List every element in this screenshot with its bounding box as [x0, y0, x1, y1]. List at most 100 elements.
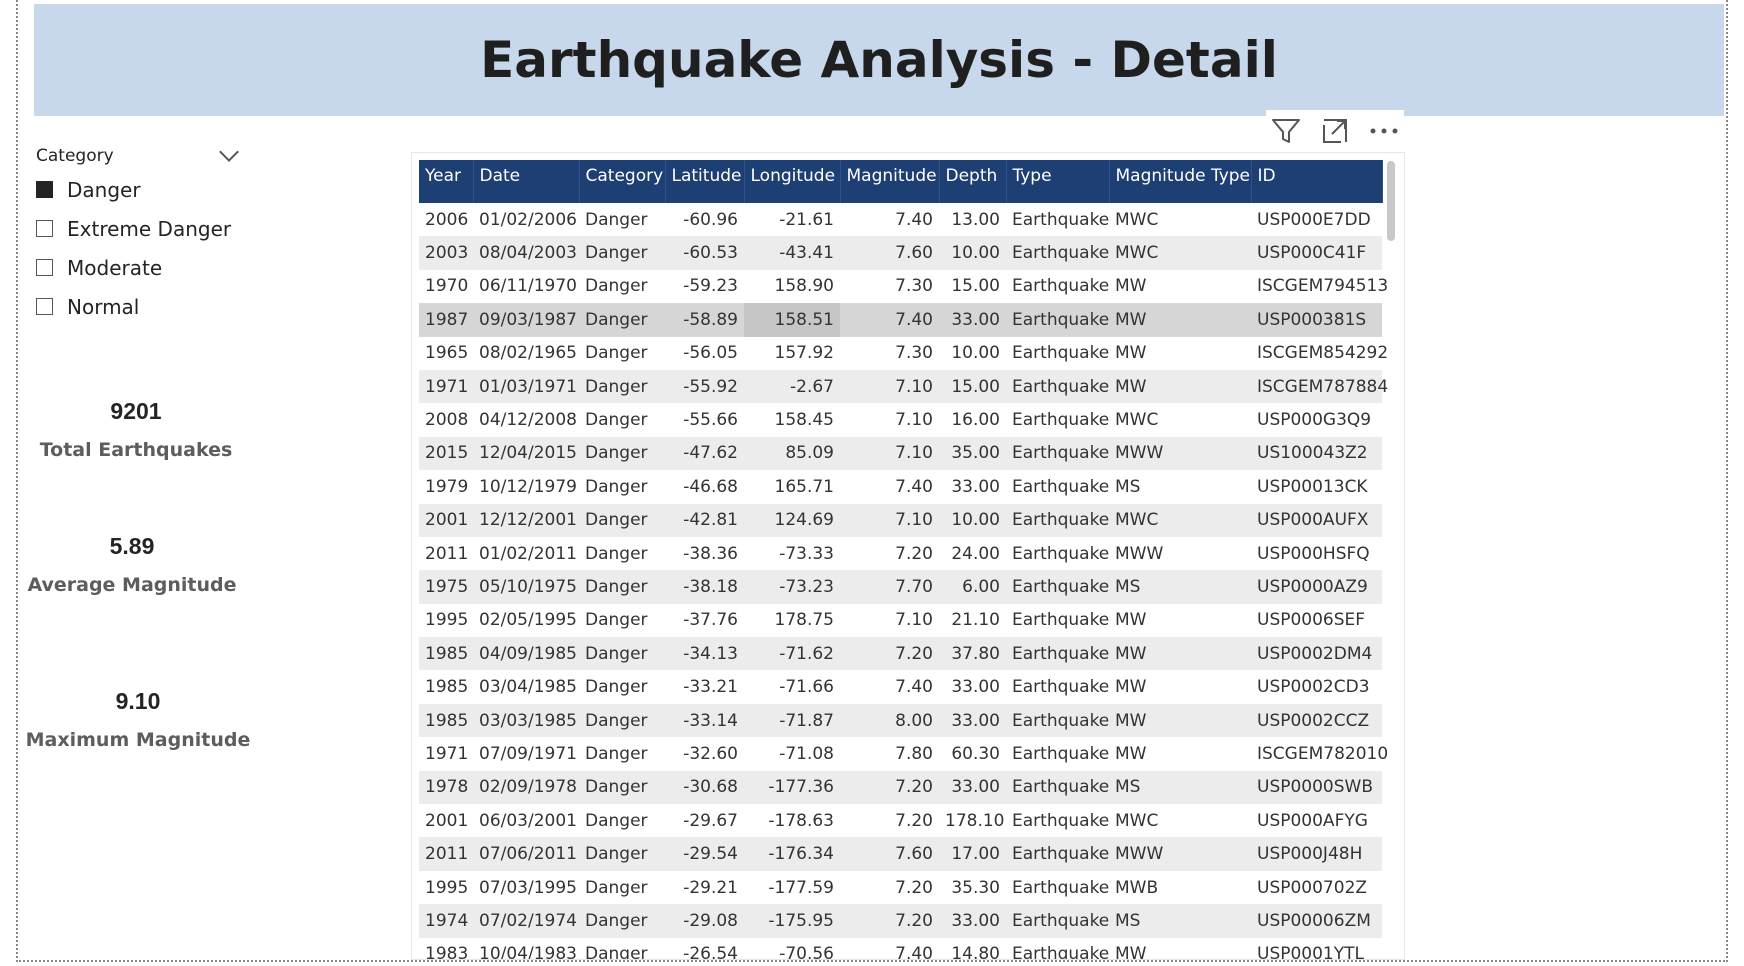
table-cell[interactable]: 1995	[419, 870, 473, 905]
table-cell[interactable]: -42.81	[665, 503, 744, 537]
table-cell[interactable]: USP000E7DD	[1251, 203, 1382, 237]
slicer-item-extreme-danger[interactable]: Extreme Danger	[36, 209, 242, 248]
table-cell[interactable]: 7.20	[840, 770, 939, 805]
table-cell[interactable]: -47.62	[665, 436, 744, 471]
table-cell[interactable]: 157.92	[744, 336, 840, 370]
column-header[interactable]: Year	[419, 160, 474, 203]
table-cell[interactable]: 1971	[419, 737, 473, 771]
table-cell[interactable]: 158.90	[744, 269, 840, 304]
table-cell[interactable]: -38.36	[665, 536, 744, 571]
table-cell[interactable]: 08/04/2003	[473, 236, 579, 270]
table-cell[interactable]: MWW	[1109, 436, 1251, 471]
table-cell[interactable]: Earthquake	[1006, 637, 1109, 671]
table-cell[interactable]: Danger	[579, 603, 665, 638]
column-header[interactable]: ID	[1251, 160, 1383, 203]
table-cell[interactable]: Danger	[579, 303, 665, 337]
table-cell[interactable]: 7.20	[840, 904, 939, 938]
checkbox[interactable]	[36, 220, 53, 237]
table-cell[interactable]: Earthquake	[1006, 203, 1109, 237]
table-cell[interactable]: Danger	[579, 369, 665, 404]
table-cell[interactable]: Danger	[579, 937, 665, 959]
table-cell[interactable]: -32.60	[665, 737, 744, 771]
category-slicer[interactable]: Category Danger Extreme Danger Moderate Nor…	[36, 142, 242, 326]
table-cell[interactable]: Danger	[579, 804, 665, 838]
table-cell[interactable]: Danger	[579, 236, 665, 270]
table-cell[interactable]: 33.00	[939, 303, 1006, 337]
table-cell[interactable]: Earthquake	[1006, 269, 1109, 304]
checkbox[interactable]	[36, 181, 53, 198]
table-cell[interactable]: Danger	[579, 737, 665, 771]
column-header[interactable]: Type	[1006, 160, 1110, 203]
table-cell[interactable]: Danger	[579, 203, 665, 237]
table-cell[interactable]: -29.08	[665, 904, 744, 938]
table-cell[interactable]: USP000HSFQ	[1251, 536, 1382, 571]
table-cell[interactable]: USP0002CD3	[1251, 670, 1382, 704]
table-cell[interactable]: 09/03/1987	[473, 303, 579, 337]
table-cell[interactable]: 07/03/1995	[473, 870, 579, 905]
table-cell[interactable]: 35.30	[939, 870, 1006, 905]
table-cell[interactable]: -71.08	[744, 737, 840, 771]
table-cell[interactable]: Earthquake	[1006, 536, 1109, 571]
table-cell[interactable]: 178.10	[939, 804, 1006, 838]
table-cell[interactable]: 2001	[419, 503, 473, 537]
table-cell[interactable]: Danger	[579, 770, 665, 805]
table-cell[interactable]: Earthquake	[1006, 770, 1109, 805]
table-cell[interactable]: MW	[1109, 703, 1251, 738]
table-row[interactable]: 2001 12/12/2001 Danger -42.81 124.69 7.10 10.0…	[419, 503, 1382, 537]
table-cell[interactable]: 12/12/2001	[473, 503, 579, 537]
table-cell[interactable]: 33.00	[939, 670, 1006, 704]
table-cell[interactable]: -34.13	[665, 637, 744, 671]
table-cell[interactable]: Danger	[579, 436, 665, 471]
table-cell[interactable]: 178.75	[744, 603, 840, 638]
table-cell[interactable]: -71.66	[744, 670, 840, 704]
table-cell[interactable]: 1974	[419, 904, 473, 938]
table-cell[interactable]: MS	[1109, 570, 1251, 604]
table-cell[interactable]: 1975	[419, 570, 473, 604]
table-cell[interactable]: 1965	[419, 336, 473, 370]
table-cell[interactable]: MW	[1109, 336, 1251, 370]
table-cell[interactable]: 1987	[419, 303, 473, 337]
table-cell[interactable]: MWC	[1109, 804, 1251, 838]
table-cell[interactable]: -55.66	[665, 403, 744, 437]
table-cell[interactable]: Danger	[579, 503, 665, 537]
table-cell[interactable]: Earthquake	[1006, 436, 1109, 471]
table-cell[interactable]: MW	[1109, 303, 1251, 337]
table-row[interactable]: 1978 02/09/1978 Danger -30.68 -177.36 7.20 33.…	[419, 770, 1382, 805]
table-cell[interactable]: 03/04/1985	[473, 670, 579, 704]
table-cell[interactable]: -73.23	[744, 570, 840, 604]
table-row[interactable]: 2011 07/06/2011 Danger -29.54 -176.34 7.60 17.…	[419, 837, 1382, 871]
table-cell[interactable]: 10.00	[939, 503, 1006, 537]
table-cell[interactable]: 2006	[419, 203, 473, 237]
table-cell[interactable]: 37.80	[939, 637, 1006, 671]
table-cell[interactable]: -21.61	[744, 203, 840, 237]
table-cell[interactable]: 7.40	[840, 303, 939, 337]
table-cell[interactable]: Danger	[579, 336, 665, 370]
table-cell[interactable]: -176.34	[744, 837, 840, 871]
table-cell[interactable]: USP000AUFX	[1251, 503, 1382, 537]
table-row[interactable]: 2011 01/02/2011 Danger -38.36 -73.33 7.20 24.0…	[419, 536, 1382, 571]
table-cell[interactable]: MS	[1109, 770, 1251, 805]
table-cell[interactable]: 7.30	[840, 269, 939, 304]
table-cell[interactable]: MWC	[1109, 403, 1251, 437]
table-row[interactable]: 2001 06/03/2001 Danger -29.67 -178.63 7.20 178…	[419, 804, 1382, 838]
chevron-down-icon[interactable]	[219, 142, 239, 162]
table-cell[interactable]: 124.69	[744, 503, 840, 537]
table-cell[interactable]: -58.89	[665, 303, 744, 337]
table-cell[interactable]: USP0001YTL	[1251, 937, 1382, 959]
table-cell[interactable]: 01/02/2011	[473, 536, 579, 571]
column-header[interactable]: Depth	[939, 160, 1007, 203]
table-row[interactable]: 1995 07/03/1995 Danger -29.21 -177.59 7.20 35.…	[419, 870, 1382, 905]
table-cell[interactable]: MWB	[1109, 870, 1251, 905]
table-cell[interactable]: Earthquake	[1006, 804, 1109, 838]
table-cell[interactable]: 2003	[419, 236, 473, 270]
table-cell[interactable]: -60.96	[665, 203, 744, 237]
table-cell[interactable]: Earthquake	[1006, 904, 1109, 938]
table-cell[interactable]: -46.68	[665, 470, 744, 504]
table-cell[interactable]: 06/03/2001	[473, 804, 579, 838]
column-header[interactable]: Date	[473, 160, 580, 203]
table-cell[interactable]: 85.09	[744, 436, 840, 471]
table-cell[interactable]: Danger	[579, 837, 665, 871]
table-cell[interactable]: 07/06/2011	[473, 837, 579, 871]
table-row[interactable]: 1970 06/11/1970 Danger -59.23 158.90 7.30 15.0…	[419, 269, 1388, 304]
table-cell[interactable]: 7.40	[840, 937, 939, 959]
